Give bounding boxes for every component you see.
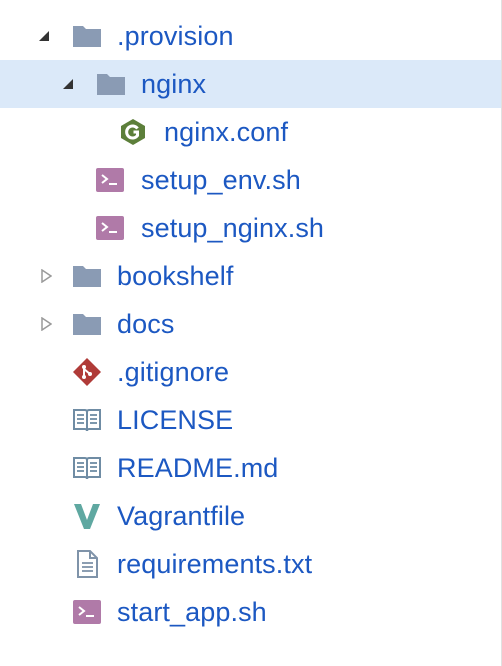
expanded-arrow-icon[interactable] bbox=[62, 77, 74, 91]
folder-icon bbox=[97, 74, 125, 95]
tree-item-label: setup_env.sh bbox=[141, 165, 301, 195]
collapsed-arrow-icon[interactable] bbox=[40, 269, 52, 283]
tree-item-nginx-conf[interactable]: nginx.conf bbox=[0, 108, 501, 156]
tree-item-label: docs bbox=[117, 309, 175, 339]
folder-icon bbox=[73, 266, 101, 287]
tree-item-start-app[interactable]: start_app.sh bbox=[0, 588, 501, 636]
collapsed-arrow-icon[interactable] bbox=[40, 317, 52, 331]
tree-item-label: README.md bbox=[117, 453, 279, 483]
text-file-icon bbox=[77, 550, 98, 578]
nginx-icon bbox=[121, 119, 145, 145]
tree-item-provision[interactable]: .provision bbox=[0, 12, 501, 60]
tree-item-gitignore[interactable]: .gitignore bbox=[0, 348, 501, 396]
expanded-arrow-icon[interactable] bbox=[38, 29, 50, 43]
file-tree: .provision nginx nginx.conf setup_env.sh bbox=[0, 12, 501, 636]
tree-item-license[interactable]: LICENSE bbox=[0, 396, 501, 444]
tree-item-label: requirements.txt bbox=[117, 549, 313, 579]
tree-item-bookshelf[interactable]: bookshelf bbox=[0, 252, 501, 300]
tree-item-requirements[interactable]: requirements.txt bbox=[0, 540, 501, 588]
tree-item-vagrantfile[interactable]: Vagrantfile bbox=[0, 492, 501, 540]
tree-item-setup-env[interactable]: setup_env.sh bbox=[0, 156, 501, 204]
tree-item-label: .provision bbox=[117, 21, 234, 51]
shell-script-icon bbox=[96, 216, 124, 240]
tree-item-label: nginx bbox=[141, 69, 207, 99]
tree-item-label: setup_nginx.sh bbox=[141, 213, 325, 243]
book-icon bbox=[73, 409, 101, 432]
tree-item-readme[interactable]: README.md bbox=[0, 444, 501, 492]
tree-item-label: start_app.sh bbox=[117, 597, 267, 627]
tree-item-label: LICENSE bbox=[117, 405, 234, 435]
shell-script-icon bbox=[96, 168, 124, 192]
git-icon bbox=[73, 358, 101, 386]
tree-item-label: .gitignore bbox=[117, 357, 230, 387]
tree-item-setup-nginx[interactable]: setup_nginx.sh bbox=[0, 204, 501, 252]
tree-item-label: bookshelf bbox=[117, 261, 234, 291]
vagrant-icon bbox=[74, 504, 100, 529]
tree-item-label: Vagrantfile bbox=[117, 501, 246, 531]
tree-item-docs[interactable]: docs bbox=[0, 300, 501, 348]
folder-icon bbox=[73, 314, 101, 335]
shell-script-icon bbox=[73, 600, 101, 624]
tree-item-label: nginx.conf bbox=[164, 117, 289, 147]
folder-icon bbox=[73, 26, 101, 47]
tree-item-nginx[interactable]: nginx bbox=[0, 60, 501, 108]
book-icon bbox=[73, 457, 101, 480]
